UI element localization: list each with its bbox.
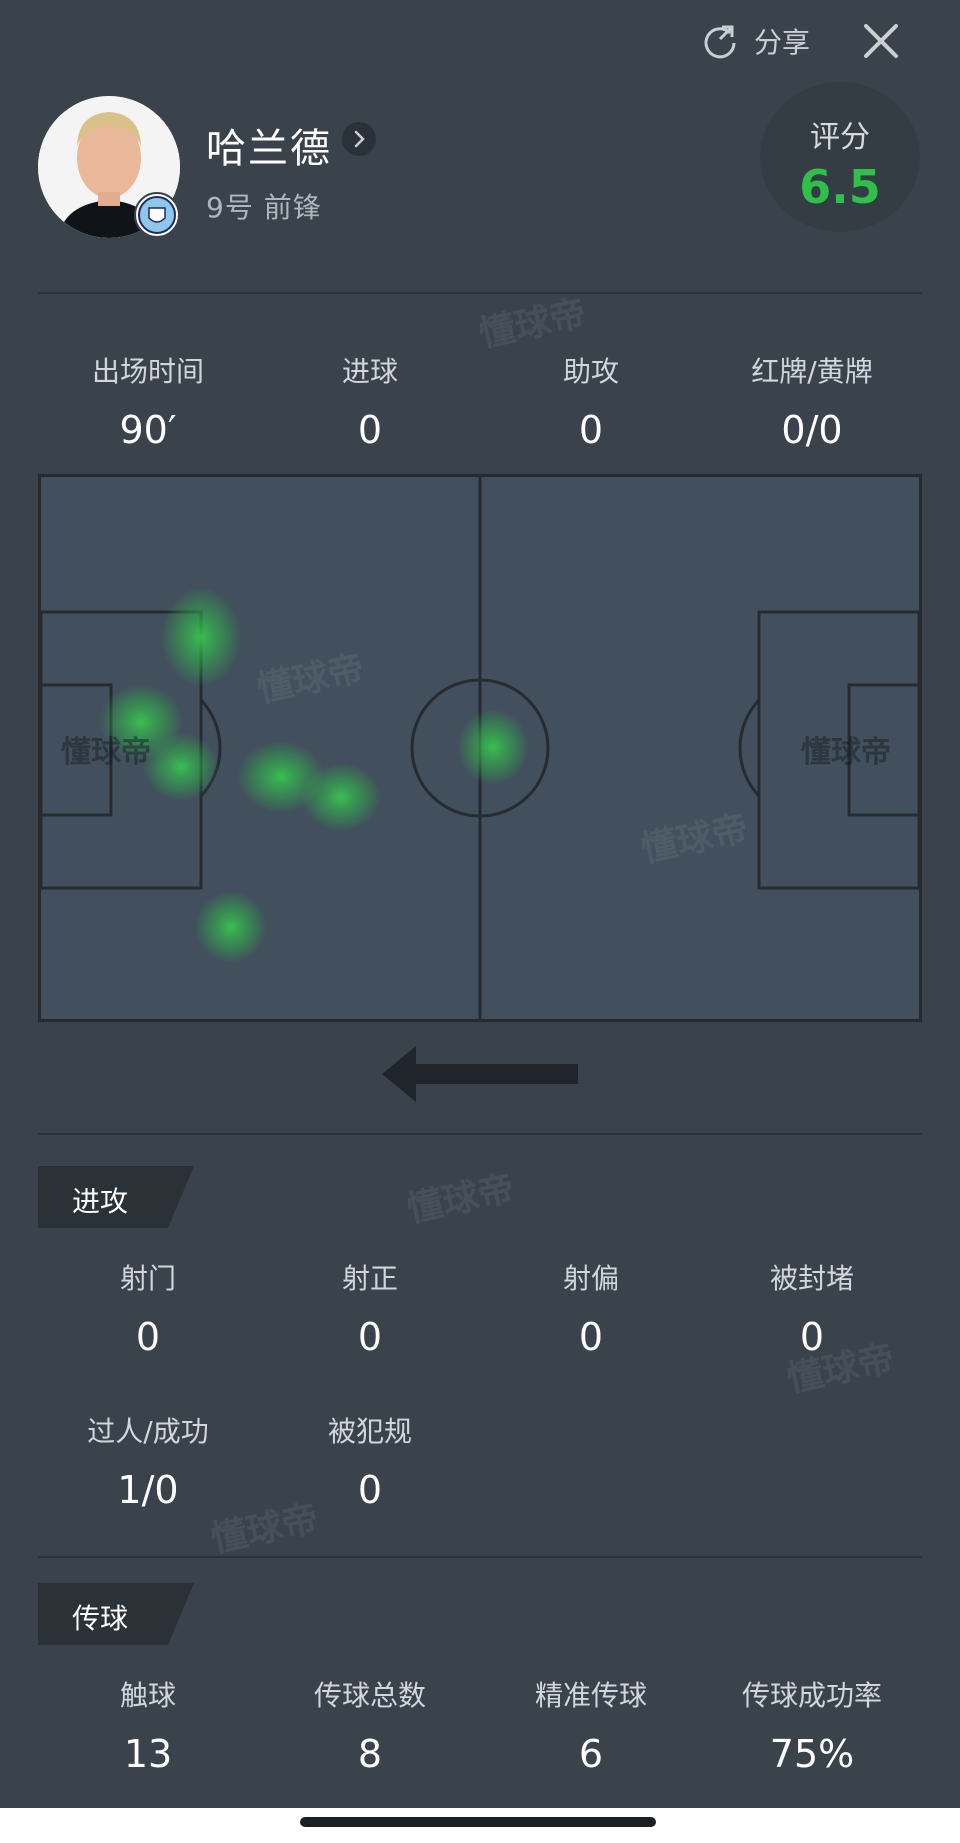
player-detail-button[interactable] — [342, 122, 376, 156]
stat-value: 90′ — [119, 408, 177, 452]
arrow-left-icon — [382, 1046, 578, 1102]
stat-accurate-passes: 精准传球 6 — [481, 1674, 701, 1776]
stat-value: 0 — [135, 1315, 161, 1359]
stat-label: 被犯规 — [327, 1415, 412, 1448]
stat-value: 8 — [357, 1732, 383, 1776]
stat-label: 被封堵 — [769, 1262, 854, 1295]
header-divider — [38, 292, 922, 294]
stat-shots-off-target: 射偏 0 — [481, 1257, 701, 1359]
stat-value: 6 — [578, 1732, 604, 1776]
stat-label: 射偏 — [562, 1262, 619, 1295]
stat-label: 红牌/黄牌 — [751, 355, 873, 388]
stat-assists: 助攻 0 — [481, 350, 701, 452]
rating-value: 6.5 — [799, 160, 881, 214]
stat-value: 0 — [578, 1315, 604, 1359]
watermark-text: 懂球帝 — [61, 735, 151, 769]
section-title-passing: 传球 — [72, 1602, 129, 1635]
stat-value: 0 — [357, 408, 383, 452]
stat-value: 0/0 — [781, 408, 843, 452]
home-indicator[interactable] — [300, 1817, 656, 1827]
heat-spots — [99, 587, 529, 963]
stat-label: 精准传球 — [534, 1679, 647, 1712]
share-icon — [704, 25, 736, 59]
section-title-attack: 进攻 — [72, 1185, 129, 1218]
stat-value: 1/0 — [117, 1468, 179, 1512]
share-label: 分享 — [754, 26, 811, 59]
stat-value: 0 — [357, 1315, 383, 1359]
heatmap-pitch: 懂球帝 懂球帝 — [38, 474, 922, 1022]
watermark-text: 懂球帝 — [475, 293, 590, 356]
attack-divider — [38, 1556, 922, 1558]
stat-minutes: 出场时间 90′ — [38, 350, 258, 452]
rating-label: 评分 — [810, 120, 870, 155]
chevron-right-icon — [354, 130, 365, 148]
stat-label: 进球 — [341, 355, 398, 388]
stat-label: 传球总数 — [313, 1679, 426, 1712]
stat-label: 传球成功率 — [741, 1679, 882, 1712]
stat-value: 13 — [123, 1732, 173, 1776]
stat-value: 0 — [578, 408, 604, 452]
close-button[interactable] — [856, 16, 906, 66]
stat-cards: 红牌/黄牌 0/0 — [702, 350, 922, 452]
stat-shots: 射门 0 — [38, 1257, 258, 1359]
stat-pass-accuracy: 传球成功率 75% — [702, 1674, 922, 1776]
stat-label: 射正 — [341, 1262, 398, 1295]
stat-label: 出场时间 — [91, 355, 204, 388]
stat-label: 射门 — [119, 1262, 176, 1295]
player-name[interactable]: 哈兰德 — [206, 116, 332, 174]
pitch-divider — [38, 1133, 922, 1135]
close-icon — [864, 24, 898, 58]
watermark-text: 懂球帝 — [403, 1168, 518, 1231]
club-badge-icon — [134, 192, 180, 238]
stat-label: 触球 — [119, 1679, 176, 1712]
stat-shots-on-target: 射正 0 — [260, 1257, 480, 1359]
stat-goals: 进球 0 — [260, 350, 480, 452]
pitch-lines: 懂球帝 懂球帝 — [39, 477, 921, 1019]
stat-total-passes: 传球总数 8 — [260, 1674, 480, 1776]
stat-touches: 触球 13 — [38, 1674, 258, 1776]
watermark-text: 懂球帝 — [801, 735, 891, 769]
stat-value: 75% — [769, 1732, 855, 1776]
stat-label: 过人/成功 — [87, 1415, 209, 1448]
stat-label: 助攻 — [562, 355, 619, 388]
player-number-position: 9号 前锋 — [206, 191, 322, 224]
share-button[interactable]: 分享 — [700, 18, 840, 64]
stat-dribbles: 过人/成功 1/0 — [38, 1410, 258, 1512]
